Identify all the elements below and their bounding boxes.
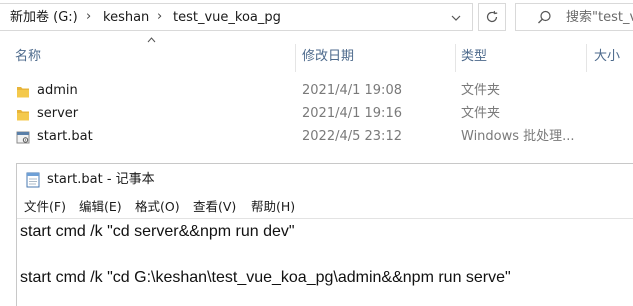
file-row-server[interactable]: server 2021/4/1 19:16 文件夹 [0, 104, 633, 126]
menu-help[interactable]: 帮助(H) [251, 199, 295, 215]
batch-file-icon [16, 131, 30, 144]
search-input[interactable]: 搜索"test_v [515, 3, 633, 31]
file-name: server [37, 106, 79, 121]
breadcrumb-separator[interactable]: › [157, 9, 162, 25]
file-type: 文件夹 [461, 106, 501, 121]
file-type: 文件夹 [461, 83, 501, 98]
refresh-button[interactable] [478, 3, 506, 31]
notepad-title-bar[interactable]: start.bat - 记事本 [17, 164, 633, 196]
refresh-icon [486, 10, 498, 23]
menu-edit[interactable]: 编辑(E) [79, 199, 122, 215]
sort-ascending-icon [147, 37, 156, 43]
column-header-size[interactable]: 大小 [594, 49, 620, 65]
column-divider[interactable] [586, 44, 587, 72]
breadcrumb-current-folder[interactable]: test_vue_koa_pg [173, 10, 281, 26]
breadcrumb-drive[interactable]: 新加卷 (G:) [10, 10, 78, 26]
menu-file[interactable]: 文件(F) [24, 199, 66, 215]
menu-view[interactable]: 查看(V) [193, 199, 236, 215]
breadcrumb-separator[interactable]: › [86, 9, 91, 25]
breadcrumb-keshan[interactable]: keshan [103, 10, 149, 26]
column-header-row: 名称 修改日期 类型 大小 [0, 44, 633, 72]
menu-format[interactable]: 格式(O) [135, 199, 180, 215]
file-modified-date: 2021/4/1 19:08 [302, 83, 402, 98]
column-header-name[interactable]: 名称 [15, 49, 41, 65]
file-name: admin [37, 83, 78, 98]
menu-bar: 文件(F) 编辑(E) 格式(O) 查看(V) 帮助(H) [17, 196, 633, 218]
window-title: start.bat - 记事本 [47, 172, 155, 187]
chevron-down-icon[interactable] [451, 13, 461, 23]
column-divider[interactable] [455, 44, 456, 72]
file-name: start.bat [37, 129, 93, 144]
column-divider[interactable] [295, 44, 296, 72]
file-type: Windows 批处理... [461, 129, 575, 144]
column-header-modified[interactable]: 修改日期 [302, 49, 354, 65]
file-explorer-window: 新加卷 (G:) › keshan › test_vue_koa_pg 搜索"t… [0, 0, 633, 160]
file-row-admin[interactable]: admin 2021/4/1 19:08 文件夹 [0, 81, 633, 103]
text-line: start cmd /k "cd G:\keshan\test_vue_koa_… [20, 269, 511, 286]
address-bar[interactable]: 新加卷 (G:) › keshan › test_vue_koa_pg [0, 3, 473, 31]
text-line: start cmd /k "cd server&&npm run dev" [20, 223, 295, 240]
file-modified-date: 2021/4/1 19:16 [302, 106, 402, 121]
notepad-icon [26, 172, 40, 188]
folder-icon [17, 110, 29, 121]
file-modified-date: 2022/4/5 23:12 [302, 129, 402, 144]
notepad-window: start.bat - 记事本 文件(F) 编辑(E) 格式(O) 查看(V) … [16, 163, 633, 306]
folder-icon [17, 87, 29, 98]
column-header-type[interactable]: 类型 [461, 49, 487, 65]
file-row-start-bat[interactable]: start.bat 2022/4/5 23:12 Windows 批处理... [0, 127, 633, 149]
search-icon [538, 10, 551, 24]
search-placeholder: 搜索"test_v [566, 10, 633, 25]
text-editor-area[interactable]: start cmd /k "cd server&&npm run dev" st… [17, 218, 633, 306]
address-row: 新加卷 (G:) › keshan › test_vue_koa_pg 搜索"t… [0, 0, 633, 34]
